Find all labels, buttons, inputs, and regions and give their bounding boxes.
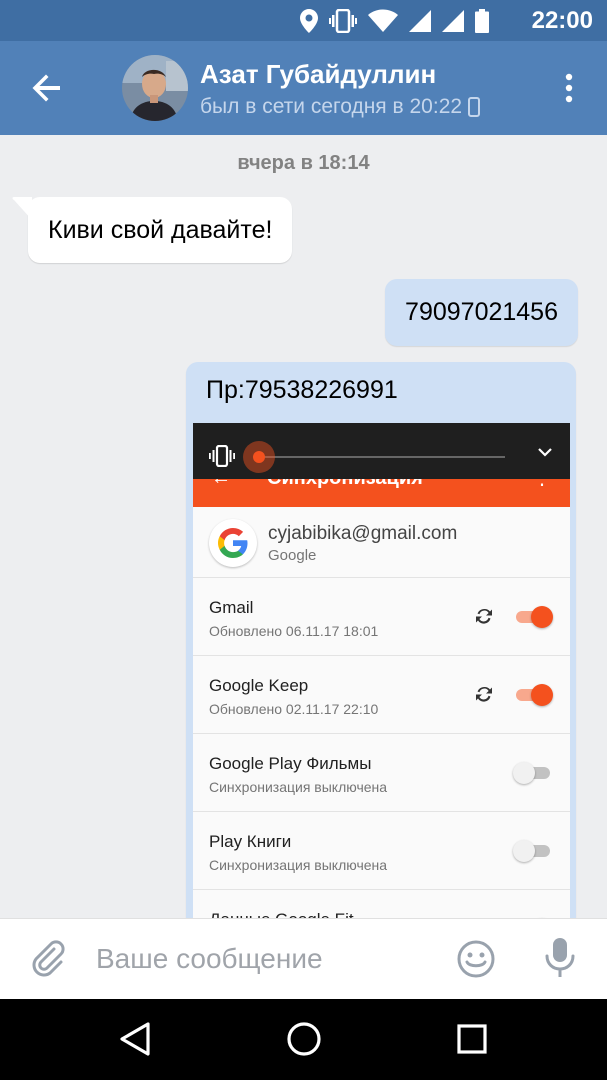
attach-icon[interactable] (30, 939, 66, 979)
phone-icon (468, 97, 481, 117)
sync-icon (476, 608, 492, 624)
message-input[interactable]: Ваше сообщение (96, 943, 323, 975)
vibrate-icon (209, 445, 235, 467)
back-icon[interactable] (118, 1021, 152, 1057)
attached-screenshot[interactable]: ← Синхронизация ⋮ cy (193, 423, 570, 962)
status-bar: 22:00 (0, 0, 607, 41)
sync-item-google-keep: Google Keep Обновлено 02.11.17 22:10 (193, 656, 570, 734)
sync-toggle (513, 683, 553, 707)
recents-icon[interactable] (456, 1021, 488, 1057)
sync-item-title: Play Книги (209, 832, 292, 851)
sync-item-title: Google Keep (209, 676, 309, 695)
volume-panel (193, 423, 570, 479)
last-seen-status: был в сети сегодня в 20:22 (200, 95, 481, 119)
sync-item-title: Google Play Фильмы (209, 754, 372, 773)
google-account-row: cyjabibika@gmail.com Google (193, 507, 570, 578)
message-outgoing[interactable]: 79097021456 (385, 279, 578, 346)
sync-item-subtitle: Обновлено 06.11.17 18:01 (209, 623, 379, 639)
date-separator: вчера в 18:14 (237, 152, 370, 174)
account-provider: Google (268, 547, 317, 564)
volume-slider-track (259, 456, 505, 458)
sync-item-subtitle: Обновлено 02.11.17 22:10 (209, 701, 379, 717)
contact-name[interactable]: Азат Губайдуллин (200, 59, 436, 90)
sync-icon (476, 686, 492, 702)
message-text: Пр:79538226991 (206, 376, 398, 404)
avatar[interactable] (122, 55, 188, 121)
sync-item-subtitle: Синхронизация выключена (209, 779, 388, 795)
sync-toggle (513, 761, 553, 785)
home-icon[interactable] (286, 1021, 322, 1057)
clock: 22:00 (531, 7, 593, 34)
signal-icon (409, 10, 431, 32)
message-text: Киви свой давайте! (48, 216, 273, 244)
location-icon (300, 9, 318, 33)
sync-item-play-books: Play Книги Синхронизация выключена (193, 812, 570, 890)
sync-item-title: Gmail (209, 598, 254, 617)
vibrate-icon (329, 9, 357, 33)
message-incoming[interactable]: Киви свой давайте! (12, 197, 293, 263)
sync-item-subtitle: Синхронизация выключена (209, 857, 388, 873)
chevron-down-icon (538, 448, 552, 457)
sync-item-gmail: Gmail Обновлено 06.11.17 18:01 (193, 578, 570, 656)
message-composer: Ваше сообщение (0, 918, 607, 1000)
bubble-tail (12, 197, 32, 220)
system-nav-bar (0, 999, 607, 1080)
status-icons (300, 8, 489, 34)
sync-item-google-play-movies: Google Play Фильмы Синхронизация выключе… (193, 734, 570, 812)
message-text: 79097021456 (405, 298, 558, 326)
google-logo (209, 519, 257, 567)
battery-icon (475, 9, 489, 33)
chat-header: Азат Губайдуллин был в сети сегодня в 20… (0, 41, 607, 135)
more-vert-icon[interactable] (557, 71, 581, 105)
mic-icon[interactable] (543, 936, 577, 980)
wifi-icon (368, 9, 398, 32)
message-outgoing-with-image[interactable]: Пр:79538226991 ← Синхронизация ⋮ (186, 362, 576, 962)
sync-toggle (513, 839, 553, 863)
volume-slider-thumb (253, 451, 265, 463)
back-arrow-icon[interactable] (30, 71, 64, 105)
signal-icon (442, 10, 464, 32)
sync-toggle (513, 605, 553, 629)
emoji-icon[interactable] (456, 939, 496, 979)
account-email: cyjabibika@gmail.com (268, 523, 458, 544)
last-seen-text: был в сети сегодня в 20:22 (200, 95, 463, 118)
